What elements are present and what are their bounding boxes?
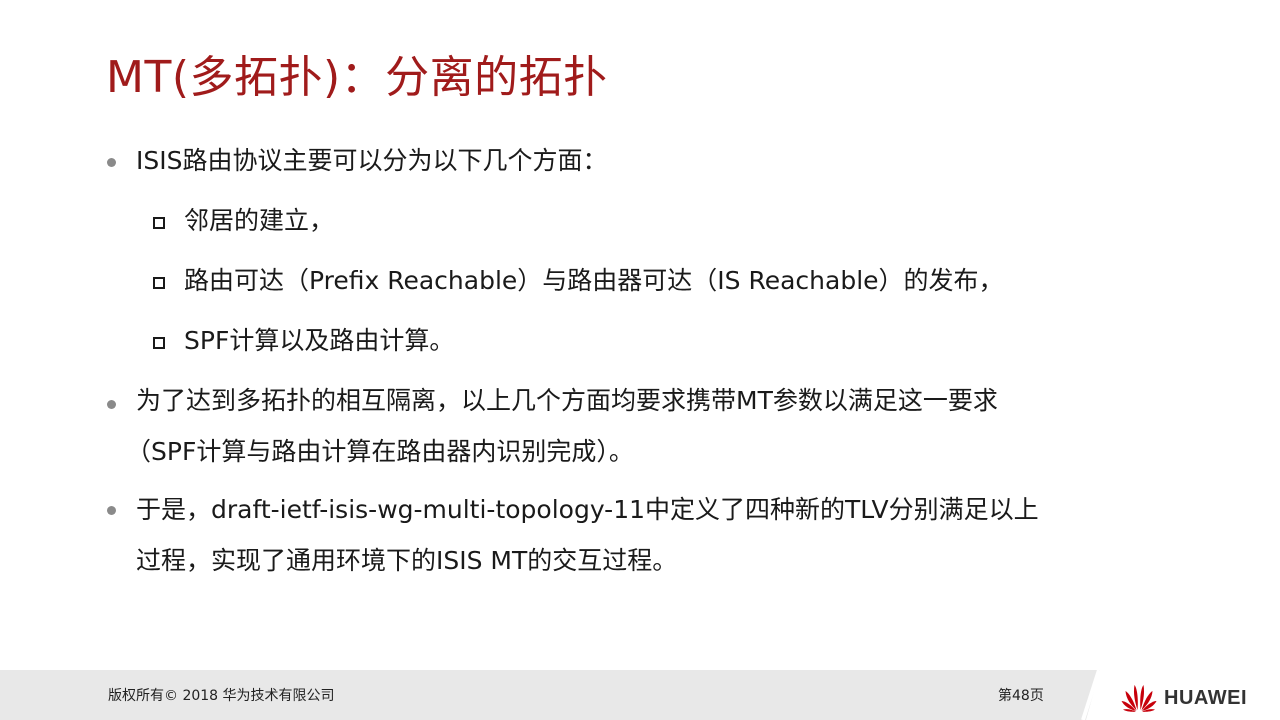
bullet-dot — [107, 506, 116, 515]
copyright-text: 版权所有© 2018 华为技术有限公司 — [108, 688, 335, 704]
sub-item-3: SPF计算以及路由计算。 — [184, 326, 455, 355]
bullet-dot — [107, 400, 116, 409]
bullet-2-line-1: 为了达到多拓扑的相互隔离，以上几个方面均要求携带MT参数以满足这一要求 — [136, 386, 998, 415]
sub-item-1: 邻居的建立， — [184, 206, 335, 235]
huawei-wordmark: HUAWEI — [1164, 687, 1247, 709]
sub-bullet-marker — [153, 337, 165, 349]
page-number: 第48页 — [998, 688, 1044, 704]
bullet-3-line-1: 于是，draft-ietf-isis-wg-multi-topology-11中… — [136, 495, 1039, 524]
sub-bullet-marker — [153, 277, 165, 289]
sub-bullet-marker — [153, 217, 165, 229]
huawei-flower-icon — [1121, 685, 1157, 712]
bullet-3-line-2: 过程，实现了通用环境下的ISIS MT的交互过程。 — [136, 546, 678, 575]
slide-content: ISIS路由协议主要可以分为以下几个方面： 邻居的建立， 路由可达（Prefix… — [0, 0, 1280, 660]
bullet-2-line-2: （SPF计算与路由计算在路由器内识别完成）。 — [126, 437, 634, 466]
bullet-1-line-1: ISIS路由协议主要可以分为以下几个方面： — [136, 146, 608, 175]
bullet-dot — [107, 158, 116, 167]
sub-item-2: 路由可达（Prefix Reachable）与路由器可达（IS Reachabl… — [184, 266, 1004, 295]
footer-divider — [1081, 670, 1101, 720]
huawei-logo: HUAWEI — [1120, 680, 1270, 714]
